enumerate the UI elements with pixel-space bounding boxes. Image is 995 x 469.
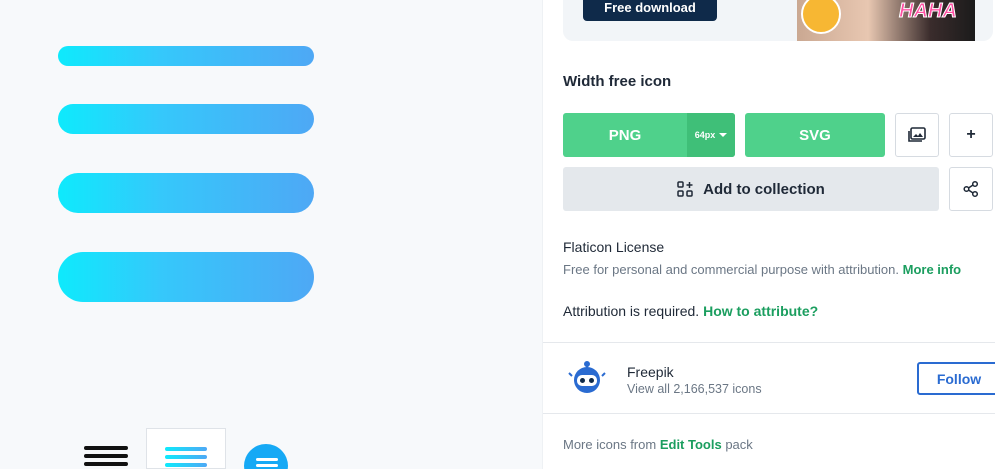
promo-sticker-text: HAHA: [899, 0, 958, 23]
section-title: Width free icon: [563, 73, 672, 90]
svg-download-button[interactable]: SVG: [745, 113, 885, 157]
license-description-text: Free for personal and commercial purpose…: [563, 262, 899, 277]
menu-icon-preview-line-1: [58, 46, 314, 66]
license-title: Flaticon License: [563, 239, 665, 255]
add-to-collection-button[interactable]: Add to collection: [563, 167, 939, 211]
follow-button[interactable]: Follow: [917, 362, 995, 395]
promo-image: HAHA: [797, 0, 975, 41]
author-icon-count-link[interactable]: View all 2,166,537 icons: [627, 382, 762, 396]
divider: [543, 342, 995, 343]
divider: [543, 413, 995, 414]
author-name[interactable]: Freepik: [627, 364, 674, 380]
add-collection-label: Add to collection: [703, 180, 825, 198]
share-button[interactable]: [949, 167, 993, 211]
add-collection-icon: [677, 181, 693, 197]
more-icons-suffix: pack: [725, 437, 753, 452]
edit-image-button[interactable]: [895, 113, 939, 157]
free-download-button[interactable]: Free download: [583, 0, 717, 21]
menu-icon-preview-line-2: [58, 104, 314, 134]
attribution-note: Attribution is required. How to attribut…: [563, 303, 818, 319]
add-button[interactable]: +: [949, 113, 993, 157]
download-panel: Free download HAHA Width free icon PNG 6…: [542, 0, 995, 469]
png-download-button[interactable]: PNG 64px: [563, 113, 735, 157]
share-icon: [963, 180, 979, 198]
author-avatar-robot-icon[interactable]: [567, 358, 607, 398]
png-size-dropdown[interactable]: 64px: [687, 113, 735, 157]
more-icons-from-pack: More icons from Edit Tools pack: [563, 437, 753, 452]
image-icon: [908, 127, 926, 142]
png-label[interactable]: PNG: [563, 113, 687, 157]
more-info-link[interactable]: More info: [903, 262, 962, 277]
sticker-icon: [801, 0, 841, 34]
how-to-attribute-link[interactable]: How to attribute?: [703, 303, 818, 319]
more-icons-prefix: More icons from: [563, 437, 657, 452]
license-description: Free for personal and commercial purpose…: [563, 262, 961, 277]
menu-icon-preview-line-4: [58, 252, 314, 302]
variant-black-menu-icon[interactable]: [76, 428, 138, 469]
variant-gradient-menu-icon[interactable]: [146, 428, 226, 469]
caret-down-icon: [719, 133, 728, 137]
attribution-text: Attribution is required.: [563, 303, 700, 319]
pack-link[interactable]: Edit Tools: [660, 437, 722, 452]
icon-preview-area: [0, 0, 542, 469]
menu-icon-preview-line-3: [58, 173, 314, 213]
variant-circle-menu-icon[interactable]: [244, 444, 288, 469]
png-size-value: 64px: [694, 130, 716, 140]
premium-promo-banner: Free download HAHA: [563, 0, 993, 41]
